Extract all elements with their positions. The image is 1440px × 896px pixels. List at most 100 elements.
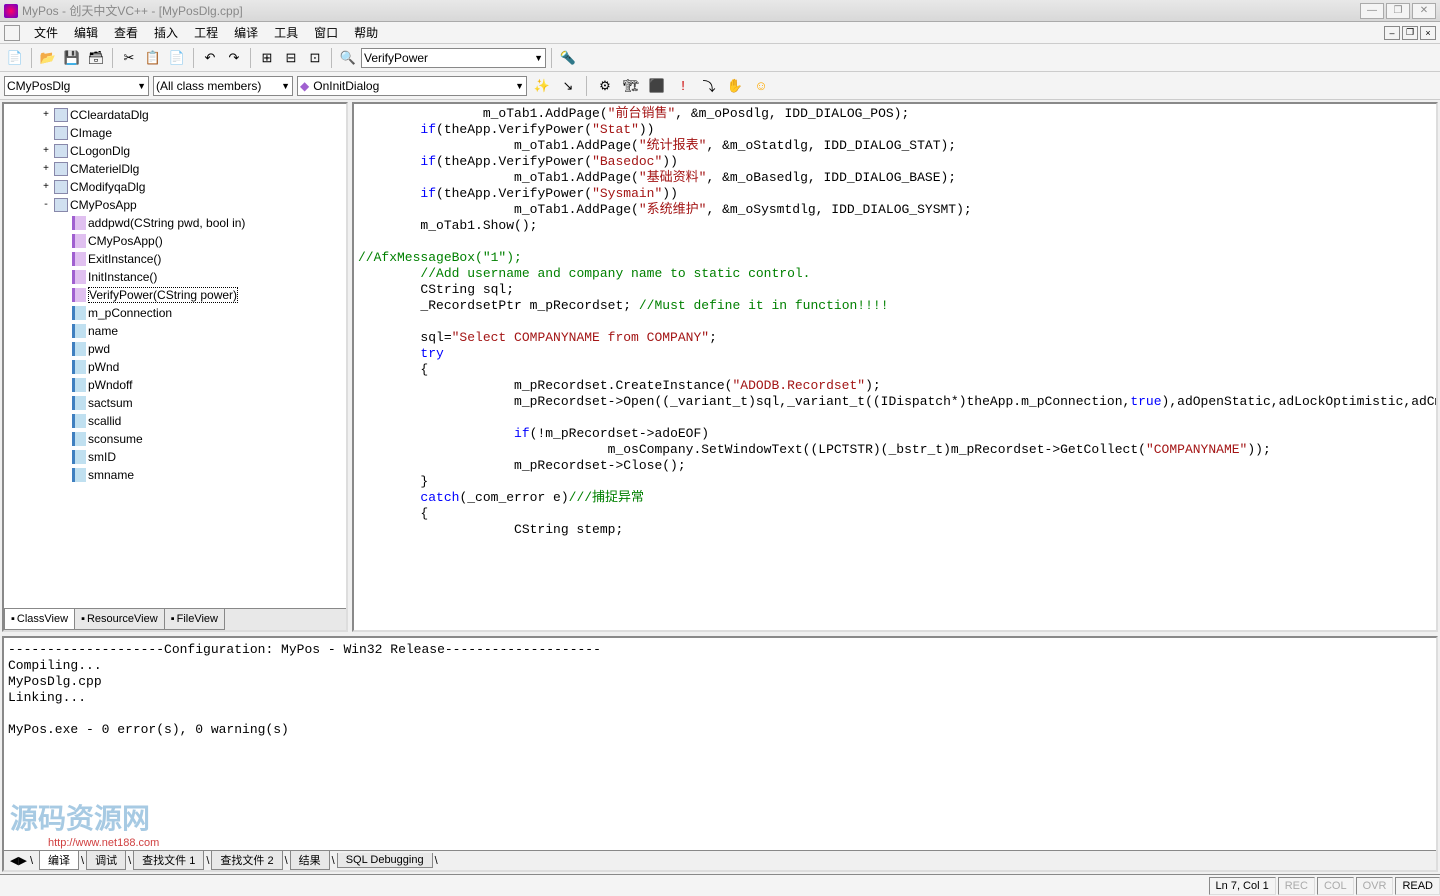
save-all-icon[interactable]: 🗃 [85, 47, 107, 69]
class-tree[interactable]: +CCleardataDlg CImage +CLogonDlg+CMateriel… [4, 104, 346, 608]
tile-icon[interactable]: ⊡ [304, 47, 326, 69]
tree-label: CImage [70, 126, 112, 140]
window-list-icon[interactable]: ⊟ [280, 47, 302, 69]
sidebar-tab-classview[interactable]: ▪ClassView [4, 609, 75, 630]
tree-node[interactable]: +CCleardataDlg [6, 106, 344, 124]
menu-8[interactable]: 帮助 [346, 24, 386, 42]
tree-node[interactable]: CImage [6, 124, 344, 142]
system-menu-icon[interactable] [4, 25, 20, 41]
tree-node[interactable]: pwd [6, 340, 344, 358]
tree-node[interactable]: InitInstance() [6, 268, 344, 286]
tree-node[interactable]: CMyPosApp() [6, 232, 344, 250]
menu-4[interactable]: 工程 [186, 24, 226, 42]
sidebar-tab-fileview[interactable]: ▪FileView [164, 609, 225, 630]
class-combo-text: CMyPosDlg [7, 79, 70, 93]
menu-6[interactable]: 工具 [266, 24, 306, 42]
class-combo[interactable]: CMyPosDlg▼ [4, 76, 149, 96]
arrow-icon[interactable]: ↘ [557, 75, 579, 97]
menu-5[interactable]: 编译 [226, 24, 266, 42]
menu-2[interactable]: 查看 [106, 24, 146, 42]
tree-node[interactable]: VerifyPower(CString power) [6, 286, 344, 304]
tree-node[interactable]: ExitInstance() [6, 250, 344, 268]
output-tab-1[interactable]: 调试 [86, 851, 126, 870]
stop-build-icon[interactable]: ⬛ [646, 75, 668, 97]
field-icon [72, 468, 86, 482]
status-col: COL [1317, 877, 1354, 895]
redo-icon[interactable]: ↷ [223, 47, 245, 69]
sidebar-tab-resourceview[interactable]: ▪ResourceView [74, 609, 165, 630]
tree-label: name [88, 324, 118, 338]
output-tab-5[interactable]: SQL Debugging [337, 853, 433, 868]
menu-3[interactable]: 插入 [146, 24, 186, 42]
tree-label: CCleardataDlg [70, 108, 149, 122]
tree-label: scallid [88, 414, 121, 428]
member-combo[interactable]: ◆ OnInitDialog▼ [297, 76, 527, 96]
go-icon[interactable]: ⤵ [698, 75, 720, 97]
tree-node[interactable]: pWndoff [6, 376, 344, 394]
class-icon [54, 144, 68, 158]
class-icon [54, 108, 68, 122]
new-file-icon[interactable]: 📄 [4, 47, 26, 69]
tree-node[interactable]: +CMaterielDlg [6, 160, 344, 178]
status-read: READ [1395, 877, 1440, 895]
execute-icon[interactable]: ! [672, 75, 694, 97]
close-button[interactable]: ✕ [1412, 3, 1436, 19]
tree-node[interactable]: -CMyPosApp [6, 196, 344, 214]
compile-icon[interactable]: ⚙ [594, 75, 616, 97]
build-icon[interactable]: 🏗 [620, 75, 642, 97]
tab-icon: ▪ [81, 613, 85, 625]
minimize-button[interactable]: — [1360, 3, 1384, 19]
mdi-restore-button[interactable]: ❐ [1402, 26, 1418, 40]
mdi-close-button[interactable]: × [1420, 26, 1436, 40]
filter-combo-text: (All class members) [156, 79, 261, 93]
tree-label: pwd [88, 342, 110, 356]
tree-node[interactable]: name [6, 322, 344, 340]
copy-icon[interactable]: 📋 [142, 47, 164, 69]
tree-node[interactable]: +CLogonDlg [6, 142, 344, 160]
tree-label: CLogonDlg [70, 144, 130, 158]
search-icon[interactable]: 🔦 [557, 47, 579, 69]
output-tab-2[interactable]: 查找文件 1 [133, 851, 204, 870]
tree-label: InitInstance() [88, 270, 157, 284]
status-ovr: OVR [1356, 877, 1394, 895]
code-editor[interactable]: m_oTab1.AddPage("前台销售", &m_oPosdlg, IDD_… [352, 102, 1438, 632]
mdi-minimize-button[interactable]: – [1384, 26, 1400, 40]
menu-1[interactable]: 编辑 [66, 24, 106, 42]
output-tabs: ◀▶ \ 编译\调试\查找文件 1\查找文件 2\结果\SQL Debuggin… [4, 850, 1436, 870]
tree-label: VerifyPower(CString power) [88, 287, 238, 303]
find-combo[interactable]: VerifyPower ▼ [361, 48, 546, 68]
breakpoint-icon[interactable]: ✋ [724, 75, 746, 97]
filter-combo[interactable]: (All class members)▼ [153, 76, 293, 96]
cut-icon[interactable]: ✂ [118, 47, 140, 69]
undo-icon[interactable]: ↶ [199, 47, 221, 69]
field-icon [72, 432, 86, 446]
tree-node[interactable]: pWnd [6, 358, 344, 376]
output-text[interactable]: --------------------Configuration: MyPos… [4, 638, 1436, 850]
menu-0[interactable]: 文件 [26, 24, 66, 42]
output-tab-3[interactable]: 查找文件 2 [211, 851, 282, 870]
find-icon[interactable]: 🔍 [337, 47, 359, 69]
tree-label: CMyPosApp() [88, 234, 163, 248]
tree-node[interactable]: sactsum [6, 394, 344, 412]
tree-node[interactable]: sconsume [6, 430, 344, 448]
field-icon [72, 414, 86, 428]
tree-label: CMaterielDlg [70, 162, 139, 176]
tree-node[interactable]: scallid [6, 412, 344, 430]
wand-icon[interactable]: ✨ [531, 75, 553, 97]
maximize-button[interactable]: ❐ [1386, 3, 1410, 19]
save-icon[interactable]: 💾 [61, 47, 83, 69]
paste-icon[interactable]: 📄 [166, 47, 188, 69]
tree-node[interactable]: smID [6, 448, 344, 466]
output-tab-4[interactable]: 结果 [290, 851, 330, 870]
workspace-icon[interactable]: ⊞ [256, 47, 278, 69]
tree-node[interactable]: m_pConnection [6, 304, 344, 322]
tree-node[interactable]: smname [6, 466, 344, 484]
titlebar: MyPos - 创天中文VC++ - [MyPosDlg.cpp] — ❐ ✕ [0, 0, 1440, 22]
method-icon [72, 270, 86, 284]
smiley-icon[interactable]: ☺ [750, 75, 772, 97]
menu-7[interactable]: 窗口 [306, 24, 346, 42]
tree-node[interactable]: +CModifyqaDlg [6, 178, 344, 196]
output-tab-0[interactable]: 编译 [39, 851, 79, 870]
open-icon[interactable]: 📂 [37, 47, 59, 69]
tree-node[interactable]: addpwd(CString pwd, bool in) [6, 214, 344, 232]
